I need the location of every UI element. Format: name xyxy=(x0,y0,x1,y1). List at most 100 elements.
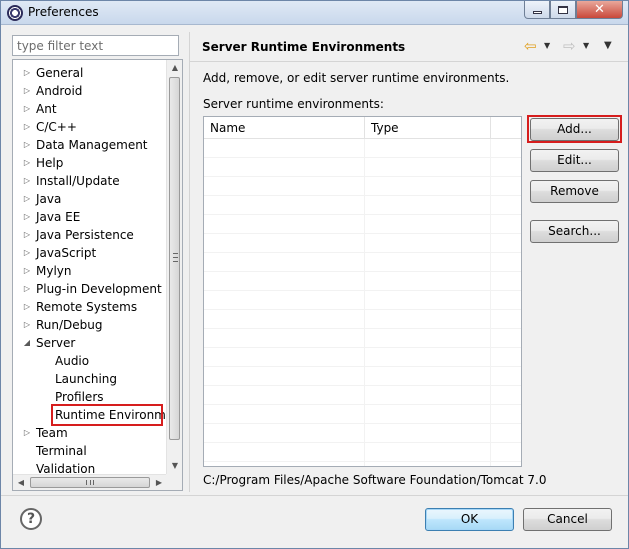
preferences-navigation: ▷ General ▷ Android ▷ Ant ▷ C/C++ ▷ Data Manageme… xyxy=(7,32,186,492)
tree-item[interactable]: ▷ Data Management xyxy=(13,136,167,154)
preference-page: Server Runtime Environments ⇦ ▼ ⇨ ▼ ▼ Ad… xyxy=(190,32,628,492)
forward-dropdown-icon[interactable]: ▼ xyxy=(583,41,589,51)
column-line xyxy=(364,139,365,466)
table-header: Name Type xyxy=(204,117,521,139)
minimize-icon xyxy=(532,10,542,14)
column-divider[interactable] xyxy=(490,117,491,139)
tree-item-label: Java xyxy=(36,192,62,206)
tree-item-label: Remote Systems xyxy=(36,300,138,314)
collapsed-arrow-icon[interactable]: ▷ xyxy=(22,100,32,118)
remove-button[interactable]: Remove xyxy=(530,180,619,203)
table-row xyxy=(204,214,521,215)
scroll-up-icon[interactable]: ▲ xyxy=(167,60,182,76)
tree-item[interactable]: ▷ Android xyxy=(13,82,167,100)
tree-item[interactable]: ▷ General xyxy=(13,64,167,82)
expanded-arrow-icon[interactable]: ◢ xyxy=(22,334,32,352)
tree-item-label: Validation xyxy=(36,462,96,474)
collapsed-arrow-icon[interactable]: ▷ xyxy=(22,208,32,226)
collapsed-arrow-icon[interactable]: ▷ xyxy=(22,82,32,100)
tree-horizontal-scrollbar[interactable]: ◀ ▶ xyxy=(13,474,167,490)
column-header-name[interactable]: Name xyxy=(204,117,364,139)
tree-item-label: Java Persistence xyxy=(36,228,134,242)
edit-button[interactable]: Edit... xyxy=(530,149,619,172)
collapsed-arrow-icon[interactable]: ▷ xyxy=(22,316,32,334)
cancel-button[interactable]: Cancel xyxy=(523,508,612,531)
tree-items: ▷ General ▷ Android ▷ Ant ▷ C/C++ ▷ Data Manageme… xyxy=(13,60,167,474)
collapsed-arrow-icon[interactable]: ▷ xyxy=(22,190,32,208)
column-header-type[interactable]: Type xyxy=(365,117,490,139)
tree-item[interactable]: ▷ Java Persistence xyxy=(13,226,167,244)
scroll-right-icon[interactable]: ▶ xyxy=(151,475,167,490)
scroll-left-icon[interactable]: ◀ xyxy=(13,475,29,490)
collapsed-arrow-icon[interactable]: ▷ xyxy=(22,172,32,190)
back-arrow-icon[interactable]: ⇦ xyxy=(524,38,537,54)
tree-item[interactable]: ▷ Run/Debug xyxy=(13,316,167,334)
tree-item-label: Ant xyxy=(36,102,57,116)
runtime-list-label: Server runtime environments: xyxy=(203,97,384,111)
collapsed-arrow-icon[interactable]: ▷ xyxy=(22,64,32,82)
preferences-window: Preferences ✕ ▷ General ▷ Android ▷ Ant ▷ C/C++… xyxy=(0,0,629,549)
table-row xyxy=(204,347,521,348)
grip-icon xyxy=(173,253,178,262)
title-bar[interactable]: Preferences ✕ xyxy=(1,1,628,25)
tree-item[interactable]: ▷ Remote Systems xyxy=(13,298,167,316)
table-row xyxy=(204,366,521,367)
add-button[interactable]: Add... xyxy=(530,118,619,141)
tree-item[interactable]: ▷ Java EE xyxy=(13,208,167,226)
collapsed-arrow-icon[interactable]: ▷ xyxy=(22,280,32,298)
scroll-down-icon[interactable]: ▼ xyxy=(167,458,182,474)
table-row xyxy=(204,252,521,253)
tree-item[interactable]: Launching xyxy=(13,370,167,388)
collapsed-arrow-icon[interactable]: ▷ xyxy=(22,136,32,154)
collapsed-arrow-icon[interactable]: ▷ xyxy=(22,244,32,262)
ok-button[interactable]: OK xyxy=(425,508,514,531)
tree-item[interactable]: ▷ Ant xyxy=(13,100,167,118)
page-navigation: ⇦ ▼ ⇨ ▼ ▼ xyxy=(524,38,624,54)
tree-item-label: Data Management xyxy=(36,138,148,152)
tree-item-label: Audio xyxy=(55,354,90,368)
search-button[interactable]: Search... xyxy=(530,220,619,243)
filter-input[interactable] xyxy=(12,35,179,56)
collapsed-arrow-icon[interactable]: ▷ xyxy=(22,118,32,136)
collapsed-arrow-icon[interactable]: ▷ xyxy=(22,154,32,172)
collapsed-arrow-icon[interactable]: ▷ xyxy=(22,424,32,442)
scrollbar-corner xyxy=(166,474,182,490)
table-row xyxy=(204,404,521,405)
tree-item[interactable]: Audio xyxy=(13,352,167,370)
tree-item[interactable]: ▷ Install/Update xyxy=(13,172,167,190)
tree-item[interactable]: ▷ Team xyxy=(13,424,167,442)
tree-item[interactable]: Validation xyxy=(13,460,167,474)
collapsed-arrow-icon[interactable]: ▷ xyxy=(22,262,32,280)
window-title: Preferences xyxy=(28,5,99,19)
minimize-button[interactable] xyxy=(524,1,550,19)
tree-item[interactable]: ▷ Plug-in Development xyxy=(13,280,167,298)
tree-vertical-scrollbar[interactable]: ▲ ▼ xyxy=(166,60,182,474)
page-description: Add, remove, or edit server runtime envi… xyxy=(203,71,510,85)
back-dropdown-icon[interactable]: ▼ xyxy=(544,41,550,51)
forward-arrow-icon[interactable]: ⇨ xyxy=(563,38,576,54)
runtime-location-path: C:/Program Files/Apache Software Foundat… xyxy=(203,473,547,487)
table-row xyxy=(204,290,521,291)
tree-item[interactable]: ▷ Mylyn xyxy=(13,262,167,280)
tree-item-label: C/C++ xyxy=(36,120,77,134)
grip-icon xyxy=(86,480,94,485)
view-menu-icon[interactable]: ▼ xyxy=(604,40,612,52)
collapsed-arrow-icon[interactable]: ▷ xyxy=(22,226,32,244)
help-icon[interactable]: ? xyxy=(20,508,42,530)
tree-item[interactable]: Terminal xyxy=(13,442,167,460)
maximize-button[interactable] xyxy=(550,1,576,19)
tree-item[interactable]: ▷ JavaScript xyxy=(13,244,167,262)
close-button[interactable]: ✕ xyxy=(576,1,623,19)
tree-item[interactable]: ▷ Java xyxy=(13,190,167,208)
tree-item[interactable]: ▷ C/C++ xyxy=(13,118,167,136)
tree-item-label: Plug-in Development xyxy=(36,282,162,296)
scrollbar-thumb[interactable] xyxy=(30,477,150,488)
tree-item-label: JavaScript xyxy=(36,246,97,260)
tree-item[interactable]: ◢ Server xyxy=(13,334,167,352)
runtime-environments-table[interactable]: Name Type xyxy=(203,116,522,467)
scrollbar-thumb[interactable] xyxy=(169,77,180,440)
tree-item-label: Android xyxy=(36,84,83,98)
tree-item-label: Run/Debug xyxy=(36,318,103,332)
tree-item[interactable]: ▷ Help xyxy=(13,154,167,172)
collapsed-arrow-icon[interactable]: ▷ xyxy=(22,298,32,316)
